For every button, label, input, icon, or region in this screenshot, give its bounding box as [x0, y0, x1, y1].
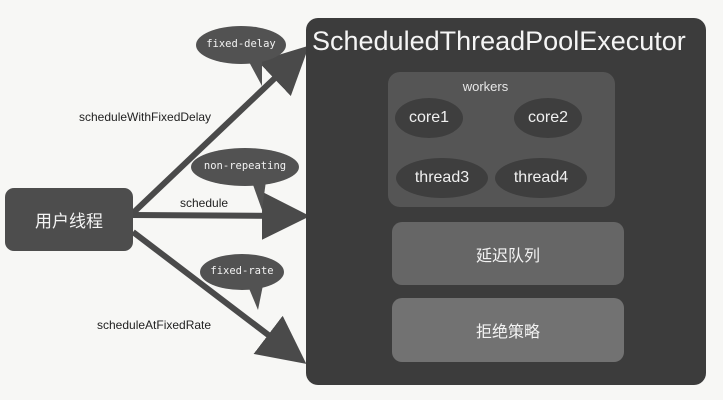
- delay-queue-box: 延迟队列: [392, 222, 624, 285]
- user-thread-label: 用户线程: [35, 212, 103, 232]
- bubble-fixed-rate: [200, 254, 284, 310]
- bubble-fixed-delay-text: fixed-delay: [206, 38, 276, 50]
- label-schedule-at-fixed-rate: scheduleAtFixedRate: [97, 318, 212, 332]
- label-schedule-with-fixed-delay: scheduleWithFixedDelay: [79, 110, 212, 124]
- worker-thread4: thread4: [495, 158, 587, 198]
- worker-core2-label: core2: [527, 109, 569, 126]
- worker-thread4-label: thread4: [513, 169, 569, 186]
- arrow-schedule-at-fixed-rate: [131, 229, 307, 364]
- worker-core1: core1: [395, 98, 463, 138]
- arrow-schedule: [132, 191, 310, 240]
- reject-policy-box: 拒绝策略: [392, 298, 624, 362]
- worker-core1-label: core1: [408, 109, 450, 126]
- arrow-schedule-with-fixed-delay: [130, 45, 310, 216]
- worker-thread3-label: thread3: [414, 169, 470, 186]
- executor-title: ScheduledThreadPoolExecutor: [312, 26, 686, 56]
- user-thread-box: 用户线程: [5, 188, 133, 251]
- worker-core2: core2: [514, 98, 582, 138]
- bubble-non-repeating-text: non-repeating: [203, 160, 287, 172]
- label-schedule: schedule: [180, 196, 229, 210]
- workers-label: workers: [462, 79, 509, 94]
- reject-policy-label: 拒绝策略: [475, 322, 540, 341]
- delay-queue-label: 延迟队列: [475, 245, 540, 265]
- worker-thread3: thread3: [396, 158, 488, 198]
- diagram-canvas: fixed-delay non-repeating fixed-rate sch…: [0, 0, 723, 400]
- bubble-fixed-rate-text: fixed-rate: [210, 265, 274, 277]
